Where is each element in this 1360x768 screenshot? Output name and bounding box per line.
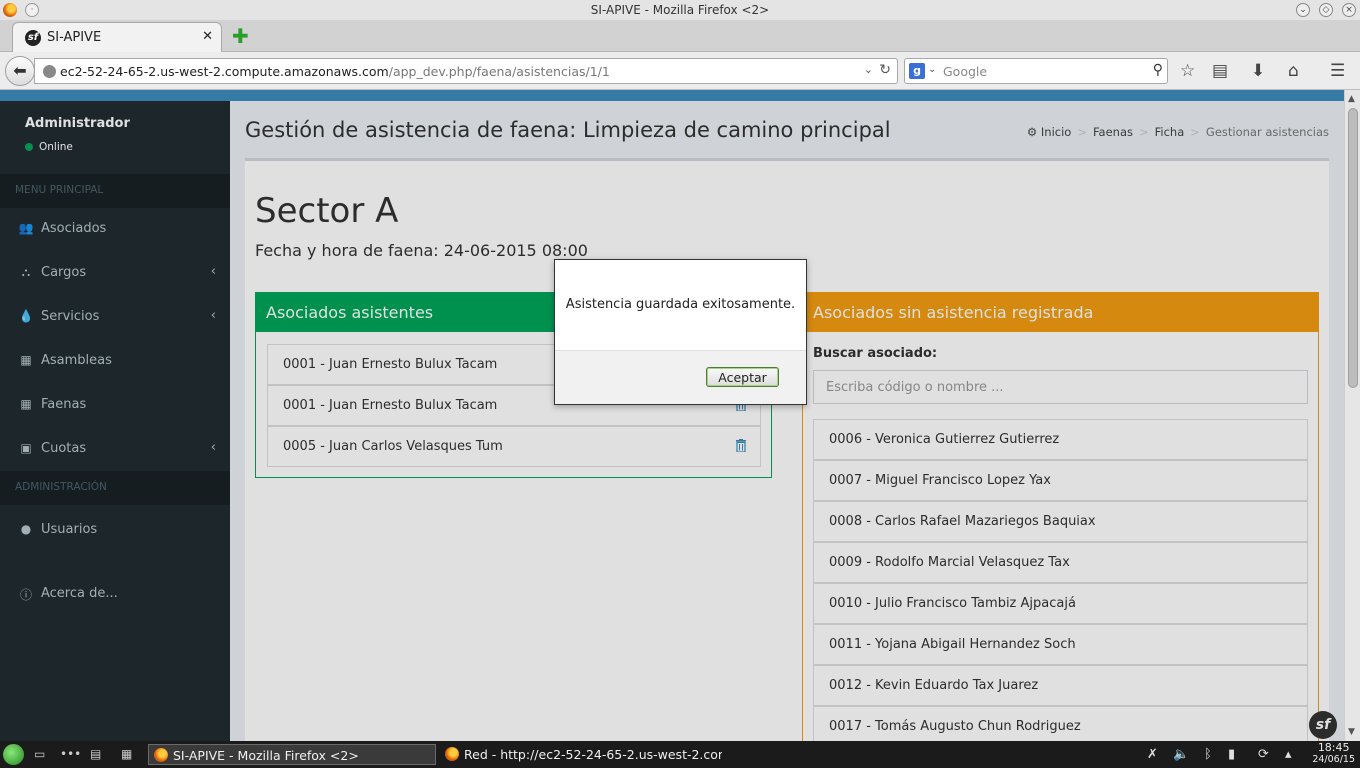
- binoculars-icon[interactable]: ⚲: [1153, 62, 1163, 78]
- tab-title: SI-APIVE: [47, 30, 102, 45]
- home-icon[interactable]: ⌂: [1288, 62, 1299, 80]
- bookmarks-list-icon[interactable]: ▤: [1212, 62, 1228, 80]
- battery-icon[interactable]: ▮: [1228, 747, 1235, 762]
- menu-icon[interactable]: ☰: [1330, 62, 1345, 80]
- alert-dialog: Asistencia guardada exitosamente. Acepta…: [554, 259, 807, 405]
- clock-time: 18:45: [1317, 741, 1350, 754]
- tab-close-icon[interactable]: ✕: [202, 29, 213, 44]
- new-tab-icon[interactable]: ✚: [232, 25, 249, 47]
- dialog-message: Asistencia guardada exitosamente.: [565, 297, 796, 312]
- volume-icon[interactable]: 🔈: [1173, 747, 1189, 762]
- modal-overlay: [0, 90, 1344, 741]
- desktop-icon[interactable]: ▭: [34, 747, 45, 761]
- start-menu-icon[interactable]: [3, 744, 24, 765]
- scrollbar-thumb[interactable]: [1348, 108, 1358, 388]
- clock[interactable]: 18:45 24/06/15: [1312, 742, 1355, 766]
- back-button[interactable]: ⬅: [5, 56, 35, 86]
- reload-icon[interactable]: ↻: [879, 62, 891, 78]
- taskbar: ▭ ••• ▤ ▦ SI-APIVE - Mozilla Firefox <2>…: [0, 741, 1360, 768]
- tab-bar: sf SI-APIVE ✕ ✚: [0, 20, 1360, 52]
- task-firefox-red[interactable]: Red - http://ec2-52-24-65-2.us-west-2.co…: [440, 744, 722, 765]
- search-placeholder: Google: [943, 64, 988, 79]
- maximize-icon[interactable]: ◇: [1319, 3, 1333, 17]
- search-engine-dropdown-icon[interactable]: ⌄: [928, 64, 936, 75]
- clock-date: 24/06/15: [1312, 754, 1355, 765]
- web-page: Administrador Online MENU PRINCIPAL 👥 As…: [0, 90, 1344, 741]
- search-bar[interactable]: g ⌄ Google ⚲: [904, 58, 1168, 84]
- browser-tab[interactable]: sf SI-APIVE ✕: [12, 22, 222, 52]
- bookmark-star-icon[interactable]: ☆: [1180, 62, 1195, 80]
- download-icon[interactable]: ⬇: [1251, 62, 1265, 80]
- window-title: SI-APIVE - Mozilla Firefox <2>: [590, 3, 770, 17]
- symfony-favicon-icon: sf: [25, 30, 41, 46]
- google-icon[interactable]: g: [909, 63, 925, 79]
- task-firefox-siapive[interactable]: SI-APIVE - Mozilla Firefox <2>: [148, 744, 436, 765]
- firefox-icon: [154, 748, 168, 762]
- calendar-app-icon[interactable]: ▦: [121, 747, 132, 761]
- scroll-up-icon[interactable]: ▲: [1348, 94, 1355, 104]
- task-label: SI-APIVE - Mozilla Firefox <2>: [173, 748, 359, 763]
- dialog-footer: Aceptar: [555, 350, 806, 404]
- accept-button[interactable]: Aceptar: [706, 367, 779, 387]
- back-arrow-icon: ⬅: [13, 61, 27, 80]
- minimize-icon[interactable]: ⌄: [1296, 3, 1310, 17]
- tray-arrow-icon[interactable]: ▴: [1285, 747, 1292, 762]
- window-titlebar: · SI-APIVE - Mozilla Firefox <2> ⌄ ◇ ×: [0, 0, 1360, 20]
- sync-icon[interactable]: ⟳: [1258, 747, 1269, 762]
- bluetooth-icon[interactable]: ᛒ: [1204, 747, 1212, 762]
- network-off-icon[interactable]: ✗: [1147, 747, 1158, 762]
- workspace-icon[interactable]: ▤: [90, 747, 101, 761]
- url-host: ec2-52-24-65-2.us-west-2.compute.amazona…: [60, 64, 389, 79]
- navigation-bar: ec2-52-24-65-2.us-west-2.compute.amazona…: [0, 52, 1360, 90]
- scroll-down-icon[interactable]: ▼: [1348, 727, 1355, 737]
- url-bar[interactable]: ec2-52-24-65-2.us-west-2.compute.amazona…: [34, 58, 898, 84]
- url-text[interactable]: ec2-52-24-65-2.us-west-2.compute.amazona…: [60, 64, 610, 79]
- more-icon[interactable]: •••: [60, 747, 81, 761]
- close-window-icon[interactable]: ×: [1342, 3, 1356, 17]
- url-path: /app_dev.php/faena/asistencias/1/1: [388, 64, 610, 79]
- globe-icon: [43, 65, 56, 78]
- page-scrollbar[interactable]: ▲ ▼: [1344, 90, 1360, 741]
- firefox-icon: [445, 747, 459, 761]
- task-label: Red - http://ec2-52-24-65-2.us-west-2.co…: [464, 747, 722, 762]
- url-dropdown-icon[interactable]: ⌄: [864, 63, 873, 76]
